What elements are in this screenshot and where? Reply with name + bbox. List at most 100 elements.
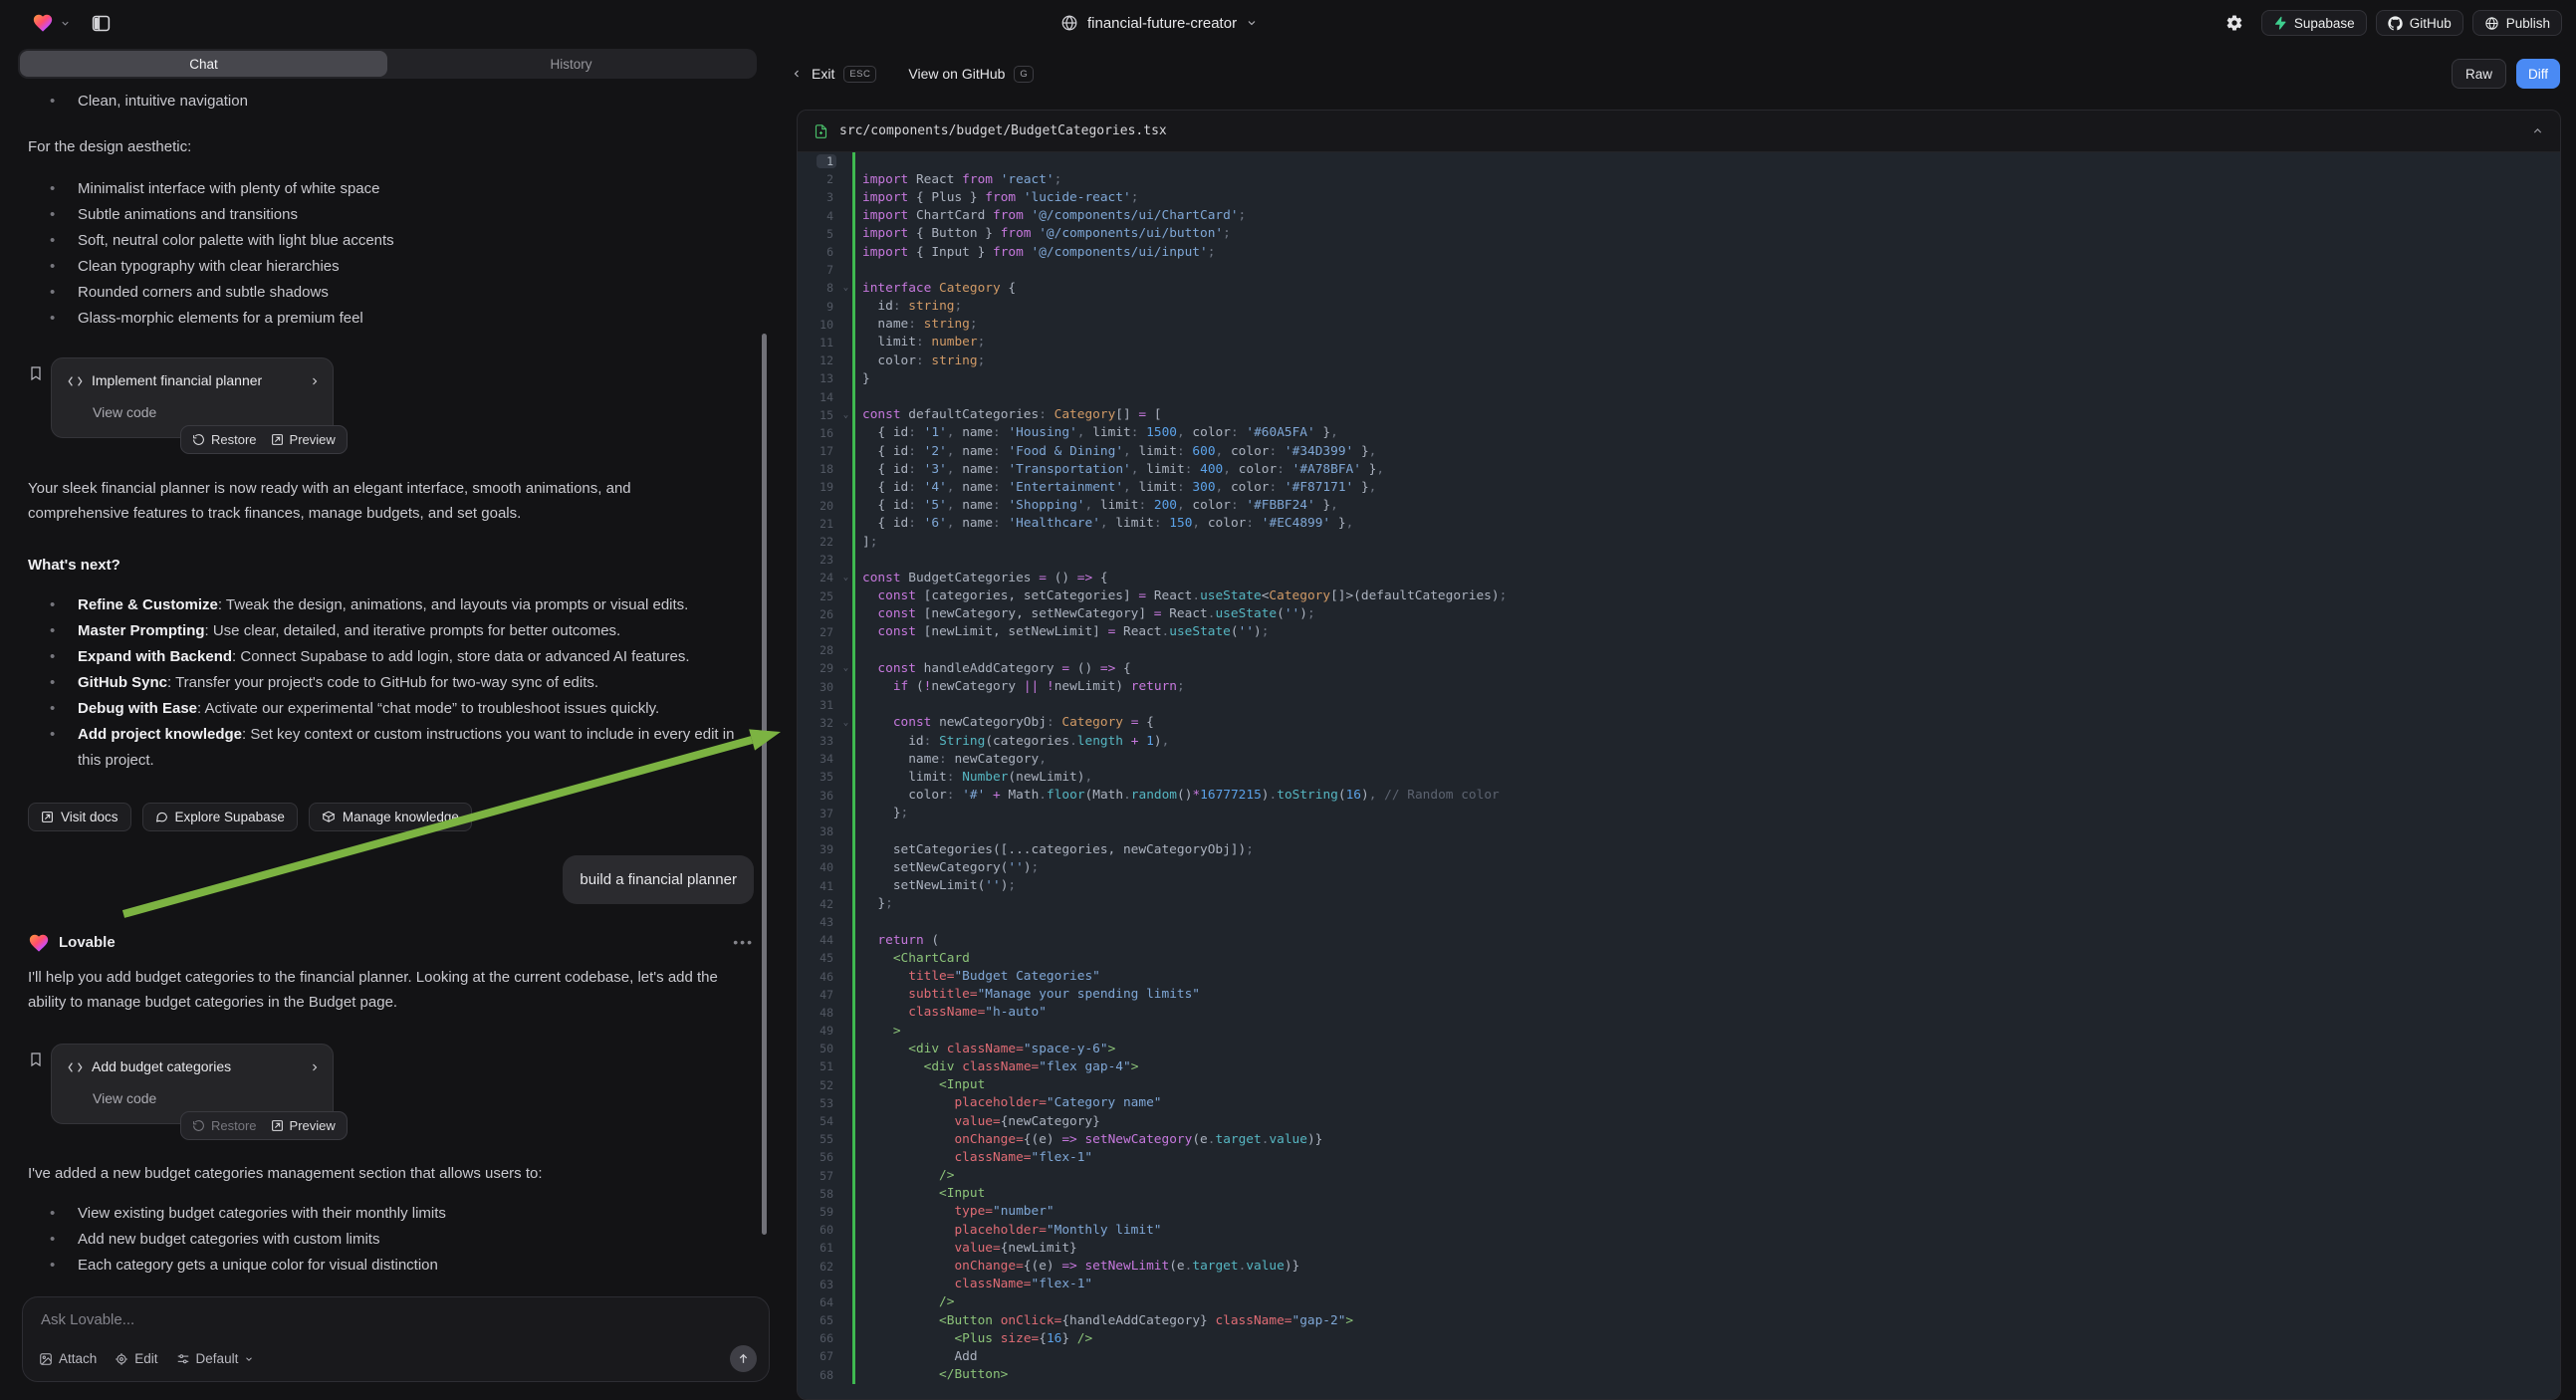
- code-line: 68 </Button>: [798, 1366, 2560, 1384]
- action-buttons-row: Visit docs Explore Supabase Manage knowl…: [28, 803, 754, 831]
- supabase-button[interactable]: Supabase: [2261, 10, 2367, 36]
- publish-button[interactable]: Publish: [2472, 10, 2562, 36]
- explore-supabase-button[interactable]: Explore Supabase: [142, 803, 298, 831]
- g-shortcut-badge: G: [1014, 66, 1034, 83]
- composer-input[interactable]: Ask Lovable...: [41, 1311, 751, 1328]
- edit-button[interactable]: Edit: [115, 1351, 157, 1366]
- chat-message-list[interactable]: •Clean, intuitive navigation For the des…: [0, 85, 775, 1291]
- chevron-right-icon: [309, 1061, 321, 1073]
- version-card-title: Implement financial planner: [92, 368, 300, 393]
- raw-toggle-button[interactable]: Raw: [2452, 59, 2506, 89]
- attach-image-icon: [39, 1352, 53, 1366]
- code-line: 63 className="flex-1": [798, 1276, 2560, 1293]
- fold-chevron-icon[interactable]: ⌄: [839, 663, 852, 673]
- code-line: 35 limit: Number(newLimit),: [798, 768, 2560, 786]
- code-line: 60 placeholder="Monthly limit": [798, 1221, 2560, 1239]
- fold-chevron-icon[interactable]: ⌄: [839, 718, 852, 728]
- project-switcher[interactable]: financial-future-creator: [1060, 0, 1258, 46]
- code-line: 65 <Button onClick={handleAddCategory} c…: [798, 1311, 2560, 1329]
- assistant-paragraph: Your sleek financial planner is now read…: [28, 476, 725, 526]
- supabase-icon: [2273, 16, 2287, 30]
- code-line: 29⌄ const handleAddCategory = () => {: [798, 659, 2560, 677]
- code-area[interactable]: 12import React from 'react';3import { Pl…: [798, 152, 2560, 1399]
- preview-button[interactable]: Preview: [271, 1113, 336, 1138]
- publish-globe-icon: [2484, 16, 2499, 31]
- chat-composer[interactable]: Ask Lovable... Attach Edit Default: [22, 1296, 770, 1382]
- collapse-chevron-up-icon[interactable]: [2531, 124, 2544, 137]
- restore-icon: [192, 1119, 205, 1132]
- settings-button[interactable]: [2217, 10, 2252, 36]
- code-viewer-panel: Exit ESC View on GitHub G Raw Diff src/c…: [775, 46, 2576, 1388]
- code-line: 59 type="number": [798, 1203, 2560, 1221]
- chat-scrollbar[interactable]: [762, 334, 767, 1235]
- publish-label: Publish: [2506, 16, 2550, 31]
- fold-chevron-icon[interactable]: ⌄: [839, 410, 852, 420]
- preview-button[interactable]: Preview: [271, 427, 336, 452]
- restore-button[interactable]: Restore: [192, 427, 257, 452]
- chat-bullet: •Clean typography with clear hierarchies: [28, 254, 754, 280]
- fold-chevron-icon[interactable]: ⌄: [839, 573, 852, 583]
- chat-bullet: •Debug with Ease: Activate our experimen…: [28, 696, 754, 722]
- bookmark-icon[interactable]: [28, 365, 44, 381]
- github-icon: [2388, 16, 2403, 31]
- tab-history[interactable]: History: [387, 51, 755, 77]
- external-link-icon: [41, 811, 54, 823]
- attach-button[interactable]: Attach: [39, 1351, 97, 1366]
- code-line: 32⌄ const newCategoryObj: Category = {: [798, 714, 2560, 732]
- code-line: 21 { id: '6', name: 'Healthcare', limit:…: [798, 515, 2560, 533]
- code-line: 8⌄interface Category {: [798, 279, 2560, 297]
- view-code-link[interactable]: View code: [93, 400, 321, 425]
- view-on-github-button[interactable]: View on GitHub G: [908, 66, 1034, 83]
- code-line: 46 title="Budget Categories": [798, 967, 2560, 985]
- code-line: 39 setCategories([...categories, newCate…: [798, 840, 2560, 858]
- bookmark-icon[interactable]: [28, 1051, 44, 1067]
- diff-added-bar: [852, 822, 855, 840]
- workspace-chevron-down-icon[interactable]: [60, 18, 71, 29]
- code-line: 56 className="flex-1": [798, 1148, 2560, 1166]
- diff-added-bar: [852, 641, 855, 659]
- code-line: 62 onChange={(e) => setNewLimit(e.target…: [798, 1257, 2560, 1275]
- fold-chevron-icon[interactable]: ⌄: [839, 283, 852, 293]
- chat-bullet: •Add project knowledge: Set key context …: [28, 722, 754, 774]
- chat-bullet: •Master Prompting: Use clear, detailed, …: [28, 618, 754, 644]
- whats-next-heading: What's next?: [28, 553, 754, 578]
- code-line: 57 />: [798, 1167, 2560, 1185]
- code-line: 2import React from 'react';: [798, 170, 2560, 188]
- send-button[interactable]: [730, 1345, 757, 1372]
- chat-bullet: •Refine & Customize: Tweak the design, a…: [28, 592, 754, 618]
- diff-toggle-button[interactable]: Diff: [2516, 59, 2560, 89]
- manage-knowledge-button[interactable]: Manage knowledge: [309, 803, 472, 831]
- chat-bullet: •Add new budget categories with custom l…: [28, 1227, 754, 1253]
- chat-bullet: •Each category gets a unique color for v…: [28, 1253, 754, 1279]
- lovable-logo-icon[interactable]: [32, 12, 54, 34]
- tab-chat[interactable]: Chat: [20, 51, 387, 77]
- esc-shortcut-badge: ESC: [843, 66, 876, 83]
- code-line: 12 color: string;: [798, 351, 2560, 369]
- code-line: 50 <div className="space-y-6">: [798, 1040, 2560, 1057]
- message-more-icon[interactable]: •••: [733, 930, 754, 955]
- visit-docs-button[interactable]: Visit docs: [28, 803, 131, 831]
- toggle-sidebar-button[interactable]: [87, 9, 115, 37]
- preview-icon: [271, 1119, 284, 1132]
- chevron-left-icon: [791, 68, 803, 80]
- code-line: 42 };: [798, 895, 2560, 913]
- file-header[interactable]: src/components/budget/BudgetCategories.t…: [798, 111, 2560, 152]
- code-line: 43: [798, 913, 2560, 931]
- github-label: GitHub: [2410, 16, 2452, 31]
- code-line: 44 return (: [798, 931, 2560, 949]
- code-line: 30 if (!newCategory || !newLimit) return…: [798, 677, 2560, 695]
- view-code-link[interactable]: View code: [93, 1086, 321, 1111]
- exit-button[interactable]: Exit ESC: [791, 66, 876, 83]
- lovable-avatar: [28, 932, 50, 954]
- github-button[interactable]: GitHub: [2376, 10, 2463, 36]
- restore-button[interactable]: Restore: [192, 1113, 257, 1138]
- code-line: 20 { id: '5', name: 'Shopping', limit: 2…: [798, 497, 2560, 515]
- version-toolbar: Restore Preview: [180, 1111, 348, 1140]
- code-line: 55 onChange={(e) => setNewCategory(e.tar…: [798, 1130, 2560, 1148]
- code-line: 41 setNewLimit('');: [798, 877, 2560, 895]
- code-line: 51 <div className="flex gap-4">: [798, 1057, 2560, 1075]
- chat-bullet: •Soft, neutral color palette with light …: [28, 228, 754, 254]
- model-selector[interactable]: Default: [176, 1351, 255, 1366]
- code-line: 13}: [798, 369, 2560, 387]
- chat-bullet: •GitHub Sync: Transfer your project's co…: [28, 670, 754, 696]
